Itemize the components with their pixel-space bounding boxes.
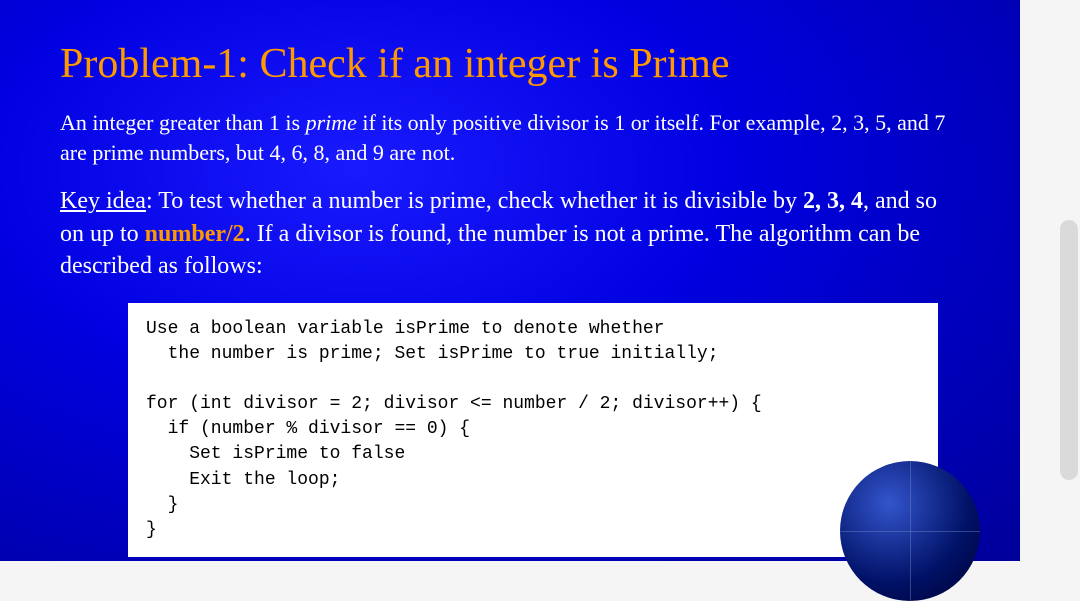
code-block: Use a boolean variable isPrime to denote… <box>128 303 938 558</box>
key-idea-paragraph: Key idea: To test whether a number is pr… <box>60 185 960 282</box>
slide-description: An integer greater than 1 is prime if it… <box>60 108 960 167</box>
description-prime-word: prime <box>306 110 357 135</box>
globe-icon <box>840 461 980 601</box>
slide: Problem-1: Check if an integer is Prime … <box>0 0 1020 561</box>
key-idea-text-1: : To test whether a number is prime, che… <box>146 188 803 214</box>
key-idea-label: Key idea <box>60 188 146 214</box>
description-text-1: An integer greater than 1 is <box>60 110 306 135</box>
key-idea-highlight: number/2 <box>145 221 245 247</box>
key-idea-bold-numbers: 2, 3, 4 <box>803 188 863 214</box>
slide-title: Problem-1: Check if an integer is Prime <box>60 40 960 88</box>
scrollbar-thumb[interactable] <box>1060 220 1078 480</box>
